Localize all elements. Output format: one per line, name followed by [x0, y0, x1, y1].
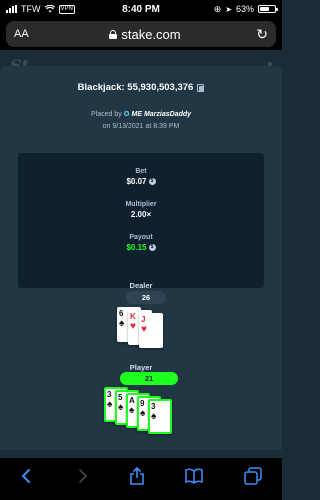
wifi-icon	[44, 5, 55, 13]
carrier-label: TFW	[21, 4, 41, 14]
card-rank: 3	[151, 402, 156, 411]
spade-suit-icon: ♠	[151, 411, 157, 422]
star-icon: ✪	[123, 111, 130, 118]
forward-icon[interactable]	[75, 468, 89, 484]
multiplier-label: Multiplier	[125, 201, 157, 208]
payout-amount: $0.15	[126, 243, 147, 252]
bookmarks-icon[interactable]	[185, 468, 204, 484]
multiplier-value: 2.00×	[130, 210, 152, 219]
bet-id-text: Blackjack: 55,930,503,376	[77, 82, 194, 93]
payout-label: Payout	[129, 234, 153, 241]
back-icon[interactable]	[20, 468, 34, 484]
lock-icon	[109, 29, 118, 39]
card-rank: 3	[107, 390, 112, 399]
bet-label: Bet	[135, 168, 147, 175]
coin-icon: $	[148, 244, 156, 251]
tabs-icon[interactable]	[244, 467, 262, 485]
placed-by: Placed by ✪ ME MarziasDaddy on 9/13/2021…	[0, 109, 282, 133]
card-rank: 5	[118, 393, 123, 402]
clock: 8:40 PM	[122, 3, 160, 15]
card-rank: K	[130, 312, 136, 321]
location-icon: ➤	[225, 4, 232, 14]
dealer-card: J ♥	[139, 313, 163, 348]
player-card: 3 ♠	[148, 399, 172, 434]
payout-stat: Payout $0.15 $	[18, 234, 264, 252]
bet-stat: Bet $0.07 $	[18, 168, 264, 186]
coin-icon: $	[148, 178, 156, 185]
bet-amount: $0.07	[126, 177, 147, 186]
dealer-label: Dealer	[129, 281, 153, 290]
placed-by-prefix: Placed by	[90, 111, 122, 118]
dealer-score: 26	[126, 291, 166, 304]
signal-icon	[6, 5, 17, 13]
share-icon[interactable]	[129, 467, 145, 485]
status-bar: TFW VPN 8:40 PM ⊕ ➤ 63%	[0, 0, 282, 18]
placed-date: on 9/13/2021 at 8:39 PM	[102, 123, 180, 130]
player-label: Player	[129, 363, 153, 372]
url-text: stake.com	[121, 26, 181, 42]
orientation-lock-icon: ⊕	[213, 3, 222, 14]
bet-title: Blackjack: 55,930,503,376	[0, 82, 282, 93]
bet-stats-panel: Bet $0.07 $ Multiplier 2.00× Payout $0.15…	[18, 153, 264, 288]
username-link[interactable]: ME MarziasDaddy	[132, 111, 192, 118]
card-rank: A	[129, 396, 135, 405]
browser-bottom-bar	[0, 458, 282, 500]
bet-details-modal: Blackjack: 55,930,503,376 Placed by ✪ ME…	[0, 66, 282, 450]
heart-suit-icon: ♥	[141, 324, 147, 335]
card-rank: 9	[140, 399, 145, 408]
card-rank: J	[141, 315, 146, 324]
multiplier-stat: Multiplier 2.00×	[18, 201, 264, 219]
vpn-badge: VPN	[58, 4, 75, 14]
battery-percent: 63%	[235, 4, 254, 14]
card-rank: 6	[119, 309, 124, 318]
browser-toolbar: AA stake.com ↻	[0, 18, 282, 50]
player-score: 21	[120, 372, 178, 385]
address-bar[interactable]: AA stake.com ↻	[6, 21, 276, 47]
battery-icon	[258, 5, 278, 13]
copy-icon[interactable]	[197, 83, 205, 92]
reader-settings-button[interactable]: AA	[14, 28, 40, 40]
reload-icon[interactable]: ↻	[250, 26, 268, 43]
